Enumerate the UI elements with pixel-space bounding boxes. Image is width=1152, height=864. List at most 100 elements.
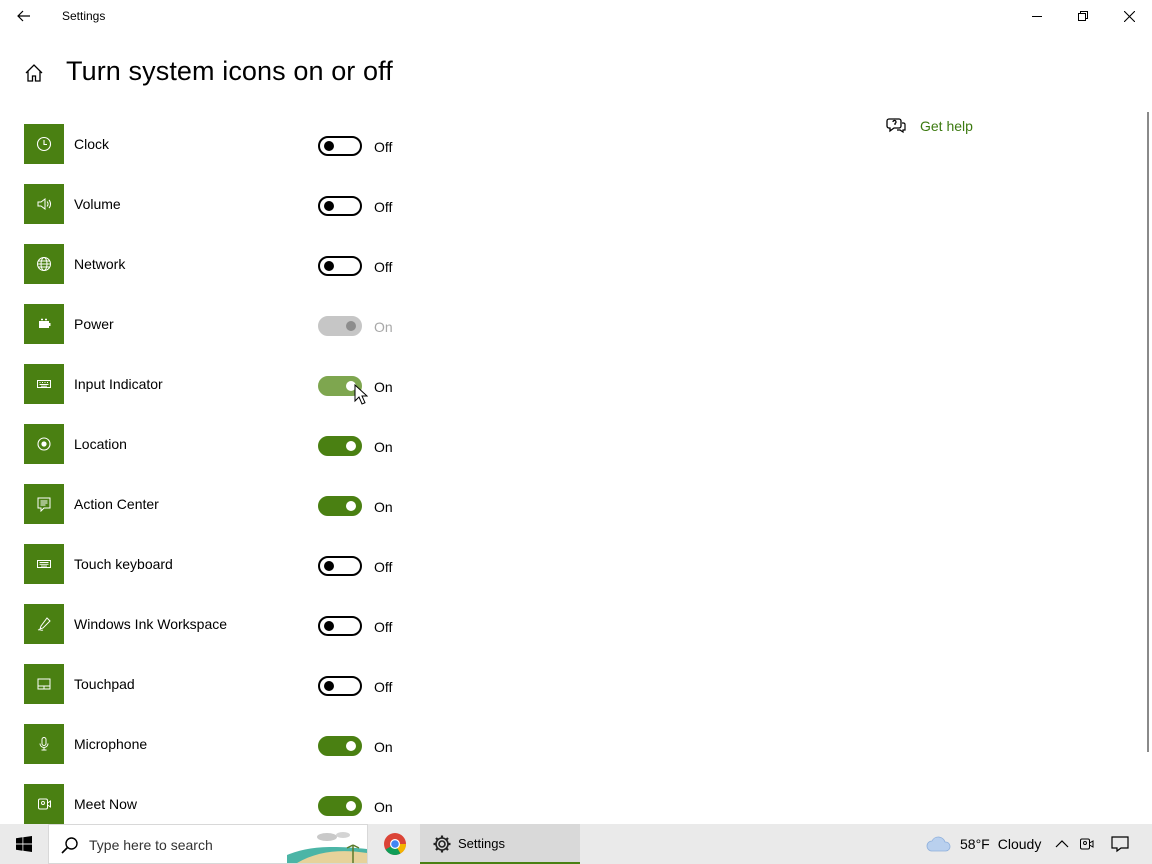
toggle-state: On (374, 739, 393, 755)
power-toggle (318, 316, 362, 336)
toggle-knob (324, 681, 334, 691)
setting-row-action-center: Action Center On (24, 484, 444, 544)
show-hidden-icons-chevron-icon[interactable] (1054, 836, 1070, 852)
toggle-state: On (374, 379, 393, 395)
settings-taskbar-button[interactable]: Settings (420, 824, 580, 864)
input-indicator-tile (24, 364, 64, 404)
touch-keyboard-toggle[interactable] (318, 556, 362, 576)
toggle-knob (324, 561, 334, 571)
toggle-knob (346, 801, 356, 811)
minimize-icon (1032, 16, 1042, 17)
toggle-knob (324, 141, 334, 151)
setting-row-power: Power On (24, 304, 444, 364)
toggle-state: Off (374, 619, 393, 635)
setting-label: Input Indicator (74, 376, 163, 392)
setting-label: Volume (74, 196, 121, 212)
touch-keyboard-icon (37, 560, 51, 568)
search-icon (61, 837, 78, 854)
toggle-state: On (374, 499, 393, 515)
toggle-knob (324, 201, 334, 211)
window-title: Settings (62, 9, 106, 23)
notification-icon[interactable] (1110, 834, 1130, 854)
toggle-state: Off (374, 199, 393, 215)
restore-button[interactable] (1060, 0, 1106, 32)
location-icon (37, 437, 51, 451)
power-tile (24, 304, 64, 344)
scrollbar[interactable] (1147, 112, 1149, 752)
network-tile (24, 244, 64, 284)
toggle-state: On (374, 799, 393, 815)
keyboard-icon (37, 380, 51, 388)
touchpad-toggle[interactable] (318, 676, 362, 696)
setting-row-touch-keyboard: Touch keyboard Off (24, 544, 444, 604)
volume-icon (37, 198, 51, 210)
location-toggle[interactable] (318, 436, 362, 456)
setting-label: Touchpad (74, 676, 135, 692)
chrome-icon (384, 833, 406, 855)
search-placeholder: Type here to search (89, 837, 213, 853)
action-center-icon (37, 497, 51, 512)
network-toggle[interactable] (318, 256, 362, 276)
meet-now-toggle[interactable] (318, 796, 362, 816)
action-center-tile (24, 484, 64, 524)
microphone-tile (24, 724, 64, 764)
setting-row-input-indicator: Input Indicator On (24, 364, 444, 424)
windows-logo-icon (16, 836, 32, 852)
start-button[interactable] (0, 824, 48, 864)
setting-label: Windows Ink Workspace (74, 616, 228, 632)
weather-widget[interactable]: 58°F Cloudy (926, 824, 1041, 864)
action-center-toggle[interactable] (318, 496, 362, 516)
back-arrow-icon (17, 10, 30, 22)
location-tile (24, 424, 64, 464)
touchpad-icon (37, 678, 51, 690)
title-bar: Settings (0, 0, 1152, 32)
setting-label: Location (74, 436, 127, 452)
setting-row-clock: Clock Off (24, 124, 444, 184)
toggle-state: Off (374, 559, 393, 575)
toggle-state: Off (374, 679, 393, 695)
clock-toggle[interactable] (318, 136, 362, 156)
settings-taskbar-label: Settings (458, 836, 505, 851)
toggle-knob (324, 621, 334, 631)
toggle-state: Off (374, 259, 393, 275)
setting-row-volume: Volume Off (24, 184, 444, 244)
volume-tile (24, 184, 64, 224)
toggle-state: On (374, 319, 393, 335)
meet-now-icon (38, 798, 51, 810)
setting-row-network: Network Off (24, 244, 444, 304)
microphone-icon (39, 737, 49, 751)
mouse-cursor-icon (354, 384, 368, 405)
setting-row-windows-ink-workspace: Windows Ink Workspace Off (24, 604, 444, 664)
setting-row-location: Location On (24, 424, 444, 484)
toggle-state: On (374, 439, 393, 455)
restore-icon (1078, 11, 1088, 21)
setting-row-touchpad: Touchpad Off (24, 664, 444, 724)
setting-label: Power (74, 316, 114, 332)
microphone-toggle[interactable] (318, 736, 362, 756)
gear-icon (433, 835, 451, 853)
back-button[interactable] (10, 4, 38, 28)
taskbar: Type here to search Settings 58°F Cloudy (0, 824, 1152, 864)
setting-label: Clock (74, 136, 110, 152)
toggle-knob (346, 501, 356, 511)
windows-ink-tile (24, 604, 64, 644)
home-button[interactable] (22, 61, 46, 85)
setting-row-microphone: Microphone On (24, 724, 444, 784)
touchpad-tile (24, 664, 64, 704)
setting-label: Touch keyboard (74, 556, 173, 572)
home-icon (25, 64, 43, 82)
close-button[interactable] (1106, 0, 1152, 32)
clock-icon (36, 136, 52, 152)
taskbar-search-box[interactable]: Type here to search (48, 824, 368, 864)
search-highlight-beach-image (287, 832, 367, 863)
meet-now-tile (24, 784, 64, 824)
volume-toggle[interactable] (318, 196, 362, 216)
touch-keyboard-tile (24, 544, 64, 584)
get-help-label: Get help (920, 118, 973, 134)
minimize-button[interactable] (1014, 0, 1060, 32)
meet-now-tray-icon[interactable] (1079, 836, 1095, 852)
toggle-knob (346, 441, 356, 451)
chrome-taskbar-button[interactable] (372, 824, 418, 864)
windows-ink-toggle[interactable] (318, 616, 362, 636)
get-help-link[interactable]: Get help (886, 116, 973, 136)
